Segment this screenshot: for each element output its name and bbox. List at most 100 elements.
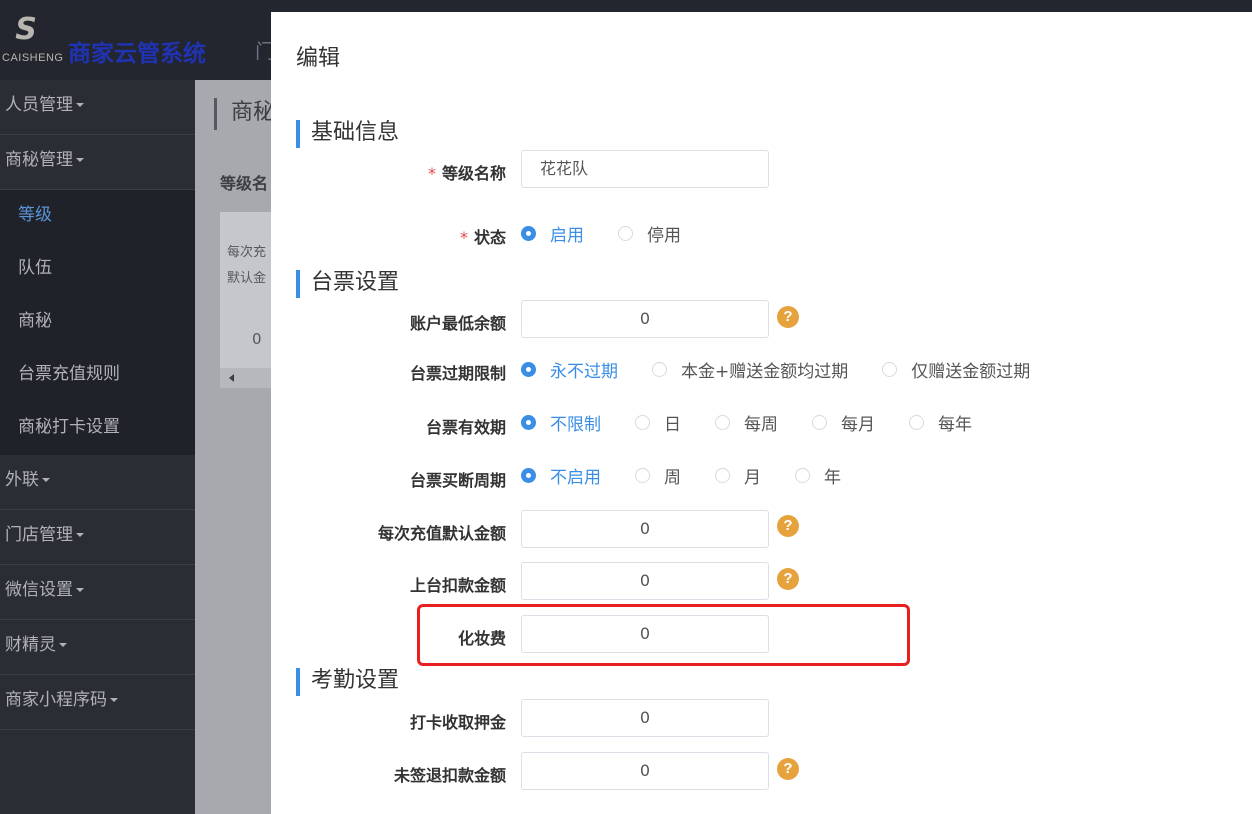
sidebar-group-staff[interactable]: 人员管理 bbox=[0, 80, 195, 135]
radio-unchecked-icon bbox=[795, 467, 810, 483]
no-signout-deduct-input[interactable]: 0 bbox=[521, 752, 769, 790]
level-name-input[interactable]: 花花队 bbox=[521, 150, 769, 188]
buyout-radio-week[interactable]: 周 bbox=[635, 463, 681, 488]
validity-radio-month[interactable]: 每月 bbox=[812, 410, 875, 435]
buyout-radio-disabled[interactable]: 不启用 bbox=[521, 463, 601, 488]
caret-down-icon bbox=[59, 643, 67, 647]
caret-down-icon bbox=[76, 103, 84, 107]
validity-label: 台票有效期 bbox=[425, 418, 506, 437]
caret-down-icon bbox=[42, 478, 50, 482]
radio-label: 月 bbox=[744, 467, 761, 488]
section-ticket-settings: 台票设置 bbox=[296, 270, 399, 298]
radio-label: 年 bbox=[824, 467, 841, 488]
validity-radio-group: 不限制 日 每周 每月 每年 bbox=[521, 410, 1006, 435]
expiry-limit-radio-group: 永不过期 本金+赠送金额均过期 仅赠送金额过期 bbox=[521, 357, 1064, 382]
radio-unchecked-icon bbox=[635, 414, 650, 430]
radio-unchecked-icon bbox=[882, 361, 898, 377]
sidebar-group-label: 外联 bbox=[5, 470, 39, 490]
sidebar-item-recharge-rules[interactable]: 台票充值规则 bbox=[0, 349, 195, 402]
caret-down-icon bbox=[76, 533, 84, 537]
level-name-label-text: 等级名称 bbox=[441, 164, 506, 183]
expiry-radio-all[interactable]: 本金+赠送金额均过期 bbox=[652, 357, 848, 382]
validity-radio-unlimited[interactable]: 不限制 bbox=[521, 410, 601, 435]
table-header-line: 默认金 bbox=[227, 271, 267, 286]
sidebar-group-label: 微信设置 bbox=[5, 580, 73, 600]
table-cell: 0 bbox=[252, 330, 262, 348]
radio-label: 永不过期 bbox=[550, 361, 618, 382]
radio-unchecked-icon bbox=[652, 361, 667, 377]
radio-checked-icon bbox=[521, 361, 536, 377]
no-signout-deduct-label: 未签退扣款金额 bbox=[393, 766, 506, 785]
status-radio-group: 启用 停用 bbox=[521, 221, 715, 246]
buyout-radio-month[interactable]: 月 bbox=[715, 463, 761, 488]
validity-radio-day[interactable]: 日 bbox=[635, 410, 681, 435]
expiry-radio-never[interactable]: 永不过期 bbox=[521, 357, 618, 382]
radio-label: 启用 bbox=[550, 225, 584, 246]
sidebar-group-miniprogram[interactable]: 商家小程序码 bbox=[0, 675, 195, 730]
radio-label: 不限制 bbox=[550, 414, 601, 435]
help-icon[interactable]: ? bbox=[777, 758, 799, 780]
sidebar: 人员管理 商秘管理 等级 队伍 商秘 台票充值规则 商秘打卡设置 外联 门店管理… bbox=[0, 80, 195, 814]
help-icon[interactable]: ? bbox=[777, 306, 799, 328]
sidebar-submenu: 等级 队伍 商秘 台票充值规则 商秘打卡设置 bbox=[0, 190, 195, 455]
app-title: 商家云管系统 bbox=[68, 41, 206, 67]
status-label-text: 状态 bbox=[473, 228, 506, 247]
radio-unchecked-icon bbox=[715, 414, 730, 430]
status-radio-disabled[interactable]: 停用 bbox=[618, 221, 681, 246]
breadcrumb: 商秘 bbox=[214, 98, 275, 130]
sidebar-group-label: 人员管理 bbox=[5, 95, 73, 115]
validity-radio-week[interactable]: 每周 bbox=[715, 410, 778, 435]
sidebar-group-label: 商秘管理 bbox=[5, 150, 73, 170]
help-icon[interactable]: ? bbox=[777, 568, 799, 590]
radio-unchecked-icon bbox=[635, 467, 650, 483]
sidebar-item-checkin-settings[interactable]: 商秘打卡设置 bbox=[0, 402, 195, 455]
status-label: * 状态 bbox=[296, 224, 506, 248]
required-mark: * bbox=[459, 228, 468, 247]
sidebar-item-team[interactable]: 队伍 bbox=[0, 243, 195, 296]
caret-down-icon bbox=[110, 698, 118, 702]
min-balance-label: 账户最低余额 bbox=[409, 314, 506, 333]
table-header-line: 每次充 bbox=[227, 245, 267, 260]
sidebar-group-secretary[interactable]: 商秘管理 bbox=[0, 135, 195, 190]
highlight-box bbox=[417, 604, 910, 666]
default-recharge-label: 每次充值默认金额 bbox=[377, 524, 506, 543]
radio-label: 周 bbox=[664, 467, 681, 488]
validity-radio-year[interactable]: 每年 bbox=[909, 410, 972, 435]
sidebar-item-level[interactable]: 等级 bbox=[0, 190, 195, 243]
min-balance-input[interactable]: 0 bbox=[521, 300, 769, 338]
sidebar-group-label: 商家小程序码 bbox=[5, 690, 107, 710]
radio-label: 每月 bbox=[841, 414, 875, 435]
section-attendance-settings: 考勤设置 bbox=[296, 668, 399, 696]
logo-icon: S bbox=[15, 12, 37, 47]
sidebar-group-wechat[interactable]: 微信设置 bbox=[0, 565, 195, 620]
section-basic-info: 基础信息 bbox=[296, 120, 399, 148]
status-radio-enabled[interactable]: 启用 bbox=[521, 221, 584, 246]
radio-label: 每周 bbox=[744, 414, 778, 435]
expiry-radio-bonus-only[interactable]: 仅赠送金额过期 bbox=[882, 357, 1030, 382]
deduct-on-stage-label: 上台扣款金额 bbox=[409, 576, 506, 595]
sidebar-item-secretary[interactable]: 商秘 bbox=[0, 296, 195, 349]
required-mark: * bbox=[427, 164, 436, 183]
radio-unchecked-icon bbox=[618, 225, 633, 241]
radio-label: 停用 bbox=[647, 225, 681, 246]
sidebar-group-label: 财精灵 bbox=[5, 635, 56, 655]
help-icon[interactable]: ? bbox=[777, 515, 799, 537]
checkin-deposit-input[interactable]: 0 bbox=[521, 699, 769, 737]
buyout-radio-year[interactable]: 年 bbox=[795, 463, 841, 488]
sidebar-group-external[interactable]: 外联 bbox=[0, 455, 195, 510]
radio-unchecked-icon bbox=[715, 467, 730, 483]
edit-modal: 编辑 基础信息 * 等级名称 花花队 * 状态 启用 停用 台票设置 账户最低余额 … bbox=[271, 12, 1252, 814]
table-header: 每次充 默认金 bbox=[227, 240, 266, 292]
default-recharge-input[interactable]: 0 bbox=[521, 510, 769, 548]
page-sub-title: 等级名 bbox=[220, 174, 269, 193]
sidebar-group-caijingling[interactable]: 财精灵 bbox=[0, 620, 195, 675]
arrow-left-icon[interactable] bbox=[229, 374, 234, 382]
logo-text: CAISHENG bbox=[2, 52, 64, 64]
deduct-on-stage-input[interactable]: 0 bbox=[521, 562, 769, 600]
radio-label: 本金+赠送金额均过期 bbox=[681, 361, 849, 382]
radio-unchecked-icon bbox=[812, 414, 827, 430]
sidebar-group-store[interactable]: 门店管理 bbox=[0, 510, 195, 565]
radio-label: 日 bbox=[664, 414, 681, 435]
caret-down-icon bbox=[76, 588, 84, 592]
radio-label: 不启用 bbox=[550, 467, 601, 488]
